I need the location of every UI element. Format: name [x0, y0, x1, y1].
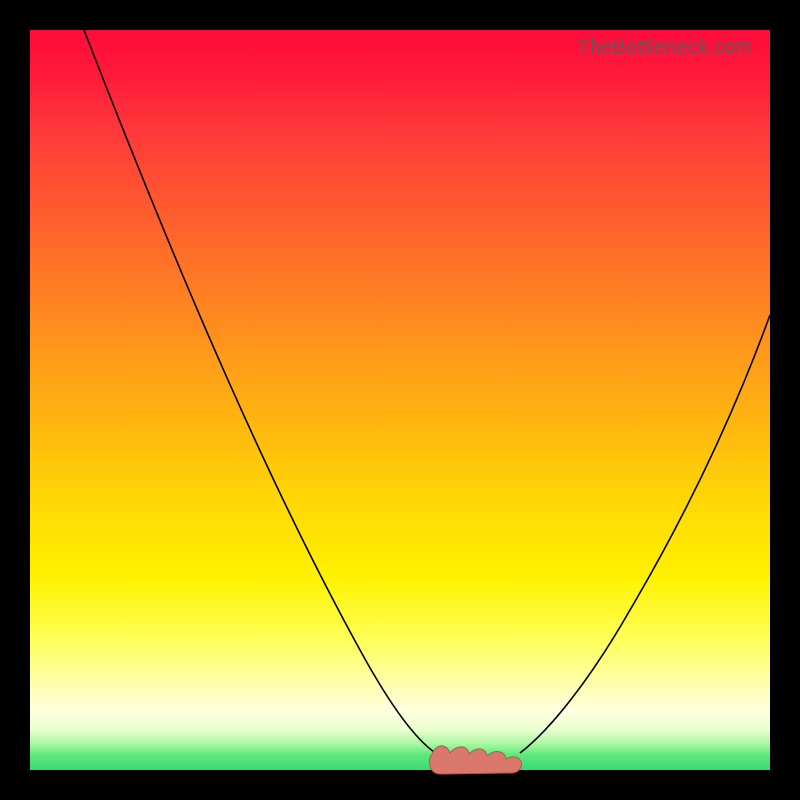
curve-layer: [30, 30, 770, 770]
trough-marker: [429, 746, 521, 774]
curve-right-limb: [520, 315, 770, 753]
chart-frame: TheBottleneck.com: [0, 0, 800, 800]
curve-left-limb: [84, 30, 434, 752]
plot-area: TheBottleneck.com: [30, 30, 770, 770]
